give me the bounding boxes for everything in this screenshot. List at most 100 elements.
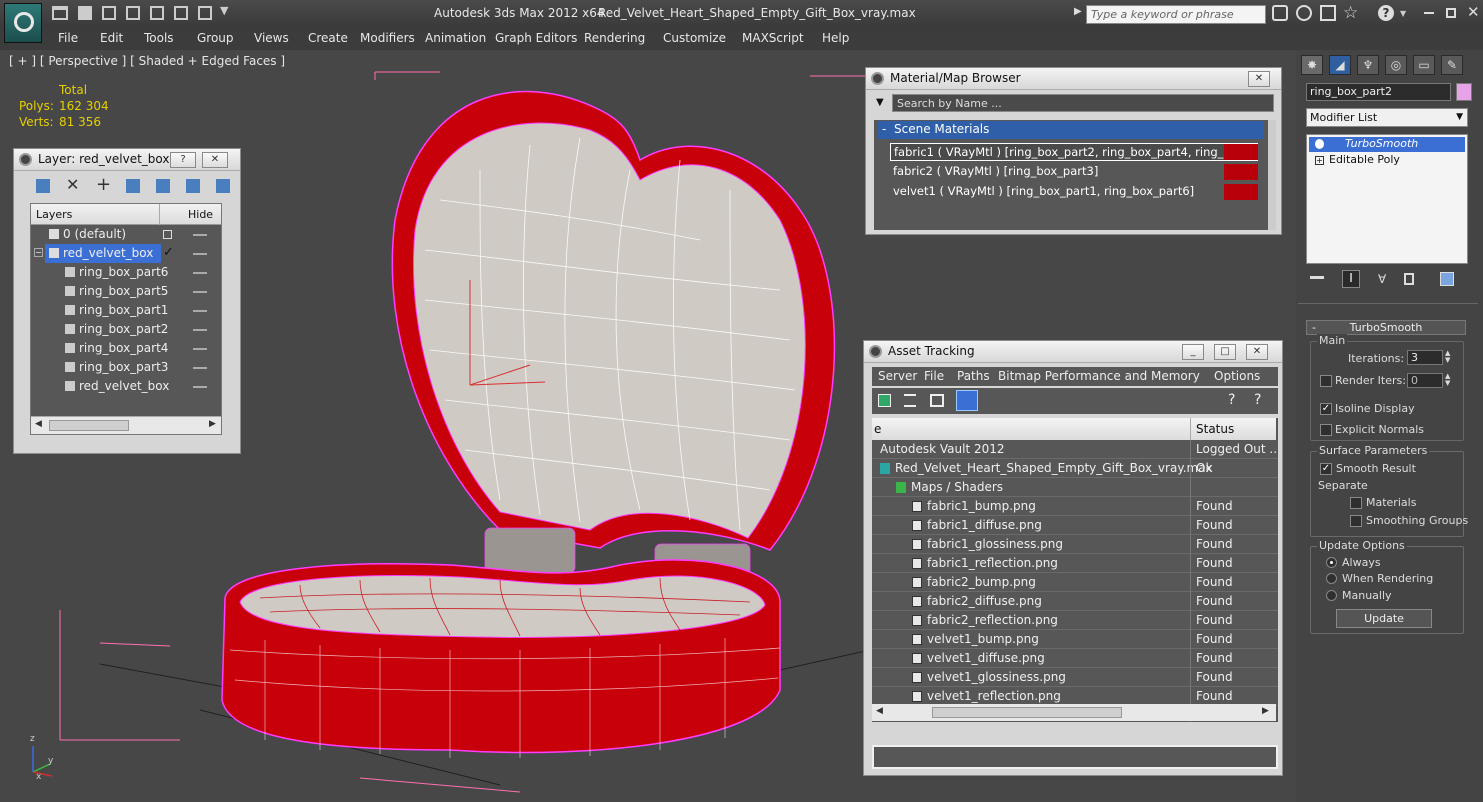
layer-row-active[interactable]: − red_velvet_box ✓: [31, 244, 221, 263]
material-browser-close-button[interactable]: ✕: [1248, 71, 1270, 87]
remove-modifier-icon[interactable]: [1404, 273, 1414, 285]
minimize-window-button[interactable]: [1424, 12, 1434, 14]
spinner-arrows-icon[interactable]: ▲ ▼: [1445, 350, 1450, 364]
modifier-stack-item-selected[interactable]: TurboSmooth: [1309, 137, 1465, 152]
app-logo-button[interactable]: [4, 3, 42, 43]
always-radio[interactable]: [1326, 557, 1337, 568]
asset-minimize-button[interactable]: _: [1182, 344, 1204, 360]
asset-maximize-button[interactable]: □: [1214, 344, 1236, 360]
material-item[interactable]: fabric1 ( VRayMtl ) [ring_box_part2, rin…: [890, 143, 1258, 161]
material-search-input[interactable]: Search by Name ...: [892, 94, 1274, 112]
explicit-normals-checkbox[interactable]: [1320, 424, 1332, 436]
layer-object-row[interactable]: ring_box_part6: [31, 263, 221, 282]
layer-help-button[interactable]: ?: [170, 152, 196, 168]
asset-menu-options[interactable]: Options: [1214, 369, 1260, 383]
display-tab-icon[interactable]: ▭: [1413, 55, 1435, 75]
asset-menu-server[interactable]: Server: [878, 369, 917, 383]
scene-materials-header[interactable]: - Scene Materials: [878, 121, 1264, 139]
spinner-arrows-icon[interactable]: ▲ ▼: [1445, 373, 1450, 387]
menu-create[interactable]: Create: [308, 31, 348, 45]
render-iters-checkbox[interactable]: [1320, 375, 1332, 387]
asset-menu-paths[interactable]: Paths: [957, 369, 990, 383]
hide-toggle[interactable]: [193, 367, 207, 369]
hide-toggle[interactable]: [193, 253, 207, 255]
binoculars-icon[interactable]: [1272, 5, 1288, 21]
asset-menu-file[interactable]: File: [924, 369, 944, 383]
refresh-icon[interactable]: [878, 394, 891, 407]
list-view-icon[interactable]: [904, 394, 916, 407]
show-end-result-icon[interactable]: I: [1342, 270, 1360, 288]
vertical-scrollbar[interactable]: [1268, 120, 1276, 230]
layer-object-row[interactable]: ring_box_part4: [31, 339, 221, 358]
create-layer-icon[interactable]: [36, 179, 50, 193]
col-layers[interactable]: Layers: [36, 208, 72, 221]
chevron-right-icon[interactable]: ▶: [1074, 6, 1082, 17]
hold-icon[interactable]: [174, 6, 188, 20]
col-name[interactable]: e: [874, 422, 881, 436]
hide-toggle[interactable]: [193, 329, 207, 331]
modifier-list-dropdown[interactable]: Modifier List ▼: [1306, 108, 1468, 127]
default-layer-checkbox[interactable]: [163, 230, 172, 239]
help-icon[interactable]: ?: [1378, 5, 1394, 21]
isoline-display-checkbox[interactable]: ✓: [1320, 403, 1332, 415]
col-status[interactable]: Status: [1196, 422, 1234, 436]
iterations-spinner[interactable]: 3: [1407, 350, 1443, 365]
asset-row[interactable]: Autodesk Vault 2012 Logged Out ...: [872, 440, 1278, 459]
material-browser-titlebar[interactable]: Material/Map Browser: [866, 68, 1281, 90]
help-dropdown-icon[interactable]: ▼: [1400, 9, 1406, 18]
search-input[interactable]: Type a keyword or phrase: [1086, 5, 1266, 24]
asset-row[interactable]: velvet1_bump.png Found: [872, 630, 1278, 649]
material-item[interactable]: velvet1 ( VRayMtl ) [ring_box_part1, rin…: [890, 183, 1258, 201]
material-item[interactable]: fabric2 ( VRayMtl ) [ring_box_part3]: [890, 163, 1258, 181]
chevron-down-icon[interactable]: ▼: [220, 4, 228, 17]
render-iters-spinner[interactable]: 0: [1407, 373, 1443, 388]
layer-object-row[interactable]: ring_box_part3: [31, 358, 221, 377]
save-icon[interactable]: [78, 6, 92, 20]
select-objects-icon[interactable]: [126, 179, 140, 193]
thumbnail-view-icon[interactable]: [930, 394, 944, 407]
menu-edit[interactable]: Edit: [100, 31, 123, 45]
table-view-icon[interactable]: [956, 390, 978, 411]
delete-layer-icon[interactable]: ✕: [66, 175, 79, 194]
undo-icon[interactable]: [126, 6, 140, 20]
motion-tab-icon[interactable]: ◎: [1385, 55, 1407, 75]
bulb-icon[interactable]: [1315, 139, 1324, 149]
col-hide[interactable]: Hide: [188, 208, 213, 221]
hide-toggle[interactable]: [193, 272, 207, 274]
update-button[interactable]: Update: [1336, 609, 1432, 628]
asset-row[interactable]: fabric1_diffuse.png Found: [872, 516, 1278, 535]
configure-sets-icon[interactable]: [1440, 272, 1454, 286]
smoothing-groups-checkbox[interactable]: [1350, 515, 1362, 527]
modifier-stack-item[interactable]: + Editable Poly: [1309, 153, 1465, 168]
menu-graph-editors[interactable]: Graph Editors: [495, 31, 577, 45]
asset-row[interactable]: fabric2_reflection.png Found: [872, 611, 1278, 630]
redo-icon[interactable]: [150, 6, 164, 20]
menu-modifiers[interactable]: Modifiers: [360, 31, 415, 45]
asset-row[interactable]: fabric1_bump.png Found: [872, 497, 1278, 516]
layer-row[interactable]: 0 (default): [31, 225, 221, 244]
asset-row[interactable]: fabric1_reflection.png Found: [872, 554, 1278, 573]
menu-tools[interactable]: Tools: [144, 31, 174, 45]
object-name-field[interactable]: ring_box_part2: [1306, 83, 1451, 101]
layer-object-row[interactable]: ring_box_part5: [31, 282, 221, 301]
help-icon[interactable]: ?: [1228, 392, 1235, 408]
modify-tab-icon[interactable]: ◢: [1329, 55, 1351, 75]
hide-toggle[interactable]: [193, 348, 207, 350]
freeze-all-icon[interactable]: [216, 179, 230, 193]
add-to-layer-icon[interactable]: +: [96, 174, 111, 195]
layer-object-row[interactable]: ring_box_part2: [31, 320, 221, 339]
hide-toggle[interactable]: [193, 234, 207, 236]
asset-menu-bitmap[interactable]: Bitmap Performance and Memory: [998, 369, 1200, 383]
active-layer-check[interactable]: ✓: [163, 245, 174, 260]
close-window-button[interactable]: ✕: [1467, 3, 1480, 21]
hierarchy-tab-icon[interactable]: ♆: [1357, 55, 1379, 75]
asset-row[interactable]: fabric2_bump.png Found: [872, 573, 1278, 592]
layer-object-row[interactable]: ring_box_part1: [31, 301, 221, 320]
menu-animation[interactable]: Animation: [425, 31, 486, 45]
options-dropdown-icon[interactable]: ▼: [876, 97, 884, 108]
menu-customize[interactable]: Customize: [663, 31, 726, 45]
asset-horizontal-scrollbar[interactable]: ◀ ▶: [872, 704, 1276, 721]
project-folder-icon[interactable]: [198, 6, 212, 20]
asset-row[interactable]: fabric1_glossiness.png Found: [872, 535, 1278, 554]
expand-plus-icon[interactable]: +: [1315, 156, 1324, 165]
